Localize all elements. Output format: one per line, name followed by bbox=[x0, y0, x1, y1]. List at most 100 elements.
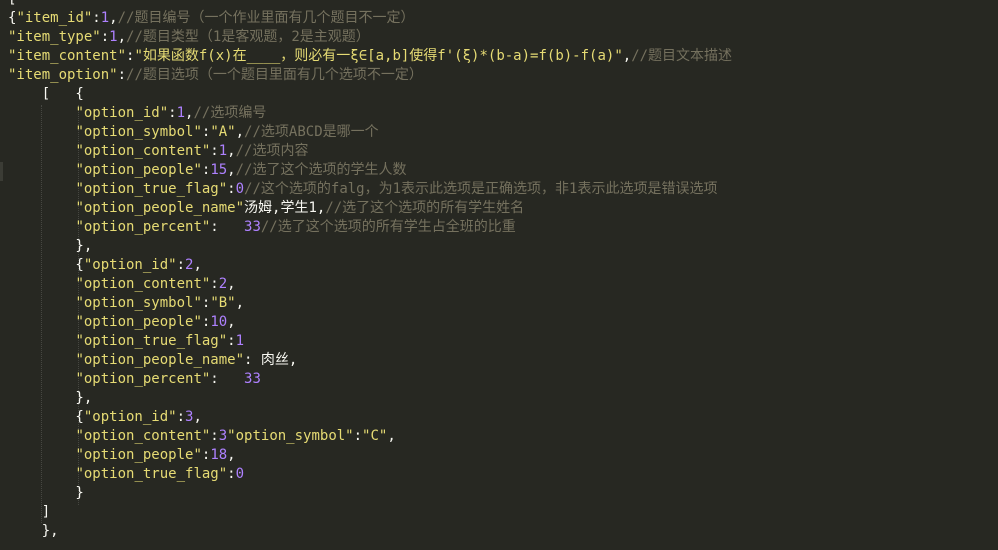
code-token: 3 bbox=[218, 428, 228, 444]
code-line[interactable]: }, bbox=[8, 522, 59, 541]
code-token: "option_people" bbox=[75, 162, 202, 178]
code-line[interactable]: "option_symbol":"A",//选项ABCD是哪一个 bbox=[8, 123, 379, 142]
code-line[interactable]: }, bbox=[8, 389, 92, 408]
code-line[interactable]: "item_content":"如果函数f(x)在____，则必有一ξ∈[a,b… bbox=[8, 47, 732, 66]
code-line[interactable]: "option_true_flag":1 bbox=[8, 332, 244, 351]
code-line[interactable]: "option_people":18, bbox=[8, 446, 236, 465]
code-line[interactable]: }, bbox=[8, 237, 92, 256]
code-token: //题目类型（1是客观题，2是主观题） bbox=[126, 29, 370, 45]
code-token: //题目选项（一个题目里面有几个选项不一定） bbox=[126, 67, 423, 83]
code-token: , bbox=[227, 447, 236, 463]
code-token: : bbox=[92, 10, 101, 26]
code-token: "option_people_name" bbox=[75, 200, 245, 216]
code-token: "item_option" bbox=[8, 67, 118, 83]
code-line[interactable]: "option_true_flag":0//这个选项的falg，为1表示此选项是… bbox=[8, 180, 717, 199]
code-token: , bbox=[387, 428, 396, 444]
code-line[interactable]: "option_true_flag":0 bbox=[8, 465, 244, 484]
code-line[interactable]: "item_type":1,//题目类型（1是客观题，2是主观题） bbox=[8, 28, 370, 47]
code-token: [ { bbox=[8, 86, 84, 102]
code-token: : bbox=[227, 181, 236, 197]
code-line[interactable]: "option_content":1,//选项内容 bbox=[8, 142, 308, 161]
code-token: "option_content" bbox=[75, 143, 211, 159]
code-token: { bbox=[8, 409, 84, 425]
code-token: { bbox=[8, 257, 84, 273]
code-line[interactable]: "option_id":1,//选项编号 bbox=[8, 104, 266, 123]
code-token: "item_id" bbox=[16, 10, 93, 26]
code-token: , bbox=[235, 124, 245, 140]
code-line[interactable]: [ { bbox=[8, 85, 84, 104]
code-token: , bbox=[117, 29, 127, 45]
code-token: : bbox=[176, 409, 186, 425]
code-token: 1 bbox=[100, 10, 110, 26]
code-token: 0 bbox=[235, 181, 245, 197]
code-token: //选项内容 bbox=[235, 143, 309, 159]
code-token: "B" bbox=[210, 295, 236, 311]
code-token: : bbox=[353, 428, 363, 444]
code-line[interactable]: "option_people":15,//选了这个选项的学生人数 bbox=[8, 161, 406, 180]
code-token: , bbox=[235, 295, 245, 311]
code-token: }, bbox=[8, 238, 93, 254]
code-token: //这个选项的falg，为1表示此选项是正确选项，非1表示此选项是错误选项 bbox=[244, 181, 718, 197]
code-line[interactable]: [ bbox=[8, 0, 16, 9]
code-line[interactable]: "option_percent": 33//选了这个选项的所有学生占全班的比重 bbox=[8, 218, 516, 237]
code-line[interactable]: "option_content":3"option_symbol":"C", bbox=[8, 427, 396, 446]
code-line[interactable]: "option_percent": 33 bbox=[8, 370, 260, 389]
code-line[interactable]: "option_content":2, bbox=[8, 275, 235, 294]
code-line[interactable]: {"option_id":3, bbox=[8, 408, 201, 427]
code-token: //选项编号 bbox=[193, 105, 267, 121]
code-token: : bbox=[117, 67, 127, 83]
code-token: "option_symbol" bbox=[227, 428, 354, 444]
code-token: : 肉丝, bbox=[244, 352, 298, 368]
code-token: : bbox=[210, 143, 219, 159]
code-token: "option_content" bbox=[75, 276, 211, 292]
code-line[interactable]: "option_symbol":"B", bbox=[8, 294, 244, 313]
code-line[interactable]: "option_people_name": 肉丝, bbox=[8, 351, 297, 370]
code-token: 1 bbox=[235, 333, 245, 349]
code-token: }, bbox=[8, 390, 93, 406]
code-token: 1 bbox=[176, 105, 186, 121]
code-token: "option_id" bbox=[75, 105, 169, 121]
code-token: "如果函数f(x)在____，则必有一ξ∈[a,b]使得f'(ξ)*(b-a)=… bbox=[134, 48, 623, 64]
code-token: 10 bbox=[210, 314, 228, 330]
code-line[interactable]: {"item_id":1,//题目编号（一个作业里面有几个题目不一定） bbox=[8, 9, 414, 28]
code-token: 2 bbox=[218, 276, 228, 292]
code-token: "option_people" bbox=[75, 447, 202, 463]
code-line[interactable]: } bbox=[8, 484, 84, 503]
code-token: //选了这个选项的所有学生占全班的比重 bbox=[260, 219, 516, 235]
code-token: //题目编号（一个作业里面有几个题目不一定） bbox=[117, 10, 415, 26]
code-line[interactable]: {"option_id":2, bbox=[8, 256, 201, 275]
code-token: "item_content" bbox=[8, 48, 127, 64]
code-token: //选项ABCD是哪一个 bbox=[244, 124, 379, 140]
code-token: , bbox=[227, 314, 236, 330]
code-token: 1 bbox=[109, 29, 118, 45]
code-token: : bbox=[168, 105, 177, 121]
code-line[interactable]: "option_people_name"汤姆,学生1,//选了这个选项的所有学生… bbox=[8, 199, 524, 218]
code-token: : bbox=[227, 466, 236, 482]
code-line[interactable]: "option_people":10, bbox=[8, 313, 236, 332]
code-line[interactable]: ] bbox=[8, 503, 50, 522]
code-token: 0 bbox=[235, 466, 245, 482]
code-token: "option_people" bbox=[75, 314, 202, 330]
code-editor[interactable]: [{"item_id":1,//题目编号（一个作业里面有几个题目不一定）"ite… bbox=[0, 0, 998, 550]
code-token: } bbox=[8, 485, 84, 501]
code-token: }, bbox=[8, 523, 59, 539]
code-line[interactable]: "item_option"://题目选项（一个题目里面有几个选项不一定） bbox=[8, 66, 423, 85]
code-token: , bbox=[622, 48, 632, 64]
code-token: : bbox=[227, 333, 236, 349]
current-line-marker bbox=[0, 162, 3, 181]
code-token: "option_symbol" bbox=[75, 295, 202, 311]
code-token: : bbox=[176, 257, 186, 273]
code-token: "option_people_name" bbox=[75, 352, 245, 368]
